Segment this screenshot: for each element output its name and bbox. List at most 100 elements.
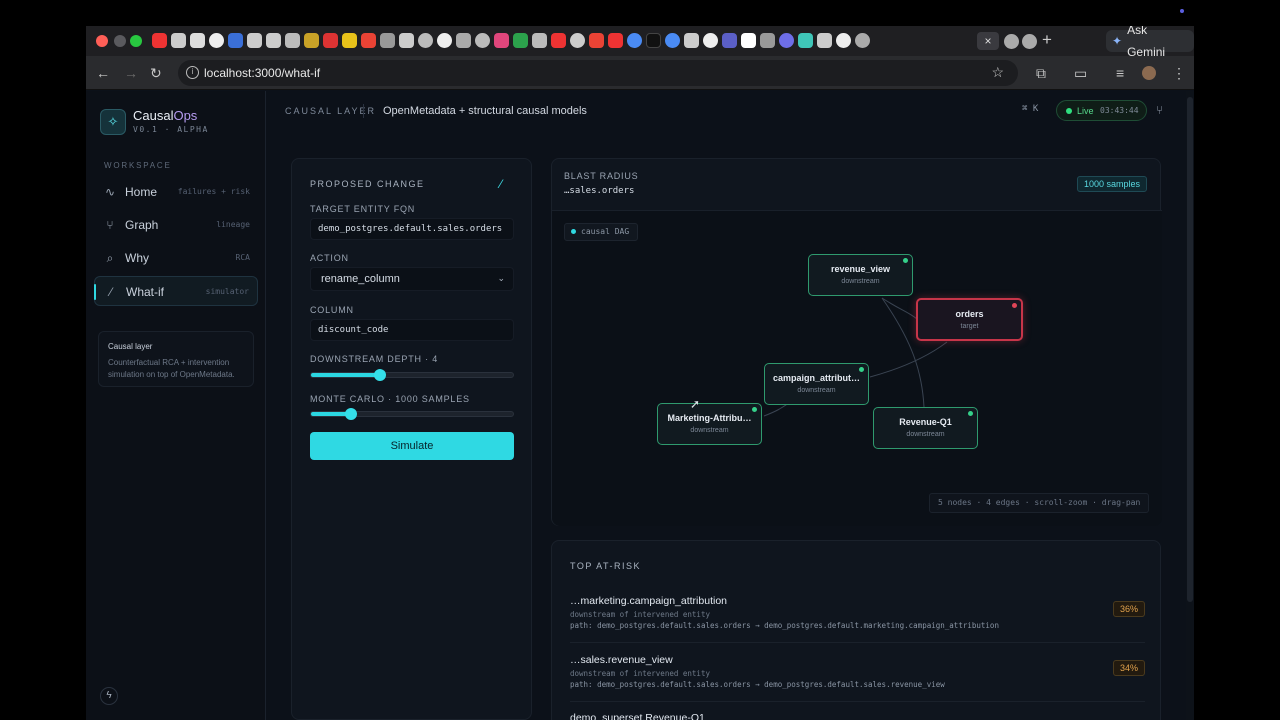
tab-favicon[interactable] xyxy=(190,33,205,48)
tab-favicon[interactable] xyxy=(760,33,775,48)
screen-cast-icon[interactable]: ▭ xyxy=(1074,65,1087,82)
sidebar-item-graph[interactable]: ⑂ Graph lineage xyxy=(94,210,258,240)
tab-favicon[interactable] xyxy=(323,33,338,48)
tab-close-icon[interactable]: × xyxy=(977,32,999,50)
reload-icon[interactable]: ↻ xyxy=(150,65,162,82)
tab-favicon[interactable] xyxy=(798,33,813,48)
tab-favicon[interactable] xyxy=(741,33,756,48)
tab-favicon[interactable] xyxy=(437,33,452,48)
tab-favicon[interactable] xyxy=(342,33,357,48)
command-palette-shortcut[interactable]: ⌘ K xyxy=(1022,104,1038,114)
tab-favicon[interactable] xyxy=(817,33,832,48)
tab-favicon[interactable] xyxy=(855,33,870,48)
tab-favicon[interactable] xyxy=(627,33,642,48)
fqn-input[interactable]: demo_postgres.default.sales.orders xyxy=(310,218,514,240)
dag-node-orders[interactable]: orders target xyxy=(916,298,1023,341)
profile-avatar[interactable] xyxy=(1142,66,1156,80)
column-input[interactable]: discount_code xyxy=(310,319,514,341)
monte-carlo-slider-handle[interactable] xyxy=(345,408,358,420)
tab-favicon[interactable] xyxy=(532,33,547,48)
tab-favicon[interactable] xyxy=(266,33,281,48)
risk-item[interactable]: …sales.revenue_view downstream of interv… xyxy=(570,654,1145,689)
depth-slider-fill xyxy=(311,373,380,377)
tab-favicon[interactable] xyxy=(665,33,680,48)
tab-favicon[interactable] xyxy=(589,33,604,48)
chevron-down-icon: ⌄ xyxy=(497,273,505,283)
depth-slider[interactable] xyxy=(310,369,514,381)
risk-item-sub: downstream of intervened entity xyxy=(570,669,710,678)
github-icon[interactable]: ⑂ xyxy=(1156,103,1163,117)
tab-favicon[interactable] xyxy=(456,33,471,48)
back-icon[interactable]: ← xyxy=(96,65,110,81)
sidebar-item-label: Home xyxy=(125,185,158,199)
dag-node-kind: downstream xyxy=(690,427,729,434)
wand-icon: ⁄ xyxy=(500,177,503,191)
monte-carlo-slider[interactable] xyxy=(310,408,514,420)
bookmark-star-icon[interactable]: ☆ xyxy=(991,64,1004,81)
page-scrollbar-thumb[interactable] xyxy=(1187,97,1193,602)
browser-menu-icon[interactable]: ⋮ xyxy=(1172,65,1186,82)
site-info-icon[interactable]: i xyxy=(186,66,199,79)
tab-favicon[interactable] xyxy=(228,33,243,48)
tab-favicon[interactable] xyxy=(380,33,395,48)
tab-favicon[interactable] xyxy=(171,33,186,48)
tab-favicon[interactable] xyxy=(513,33,528,48)
risk-item[interactable]: demo_superset.Revenue-Q1 xyxy=(570,712,1145,720)
search-icon: ⌕ xyxy=(106,251,114,265)
address-bar[interactable]: i localhost:3000/what-if ☆ xyxy=(178,60,1018,86)
tab-favicon[interactable] xyxy=(285,33,300,48)
minimize-window-button[interactable] xyxy=(114,35,126,47)
maximize-window-button[interactable] xyxy=(130,35,142,47)
extensions-icon[interactable]: ⧉ xyxy=(1036,65,1046,82)
sidebar-item-why[interactable]: ⌕ Why RCA xyxy=(94,243,258,273)
tab-favicon[interactable] xyxy=(475,33,490,48)
graph-icon: ⑂ xyxy=(106,218,114,232)
tab-favicon[interactable] xyxy=(209,33,224,48)
tab-favicon[interactable] xyxy=(494,33,509,48)
new-tab-button[interactable]: + xyxy=(1042,30,1052,50)
tab-favicon[interactable] xyxy=(304,33,319,48)
tab-favicon[interactable] xyxy=(1022,34,1037,49)
dag-node-revenue-q1[interactable]: Revenue-Q1 downstream xyxy=(873,407,978,449)
tab-favicon[interactable] xyxy=(608,33,623,48)
reading-list-icon[interactable]: ≡ xyxy=(1116,65,1124,81)
tab-favicon[interactable] xyxy=(418,33,433,48)
simulate-button[interactable]: Simulate xyxy=(310,432,514,460)
tab-favicon[interactable] xyxy=(399,33,414,48)
depth-slider-handle[interactable] xyxy=(373,369,386,381)
risk-item[interactable]: …marketing.campaign_attribution downstre… xyxy=(570,595,1145,630)
tab-favicon[interactable] xyxy=(646,33,661,48)
ask-gemini-button[interactable]: ✦ Ask Gemini xyxy=(1106,26,1194,59)
tab-favicon[interactable] xyxy=(779,33,794,48)
dag-stats: 5 nodes · 4 edges · scroll-zoom · drag-p… xyxy=(929,493,1150,513)
tab-favicon[interactable] xyxy=(836,33,851,48)
activity-icon: ∿ xyxy=(104,185,116,199)
dag-node-marketing-attribution[interactable]: Marketing-Attribu… downstream xyxy=(657,403,762,445)
sidebar-item-home[interactable]: ∿ Home failures + risk xyxy=(94,177,258,207)
tab-favicon[interactable] xyxy=(152,33,167,48)
app: ✧ CausalOps V0.1 · ALPHA WORKSPACE ∿ Hom… xyxy=(86,91,1194,720)
tab-favicon[interactable] xyxy=(684,33,699,48)
tab-favicon[interactable] xyxy=(1004,34,1019,49)
sidebar-item-what-if[interactable]: ⁄ What-if simulator xyxy=(94,276,258,306)
tab-favicon[interactable] xyxy=(247,33,262,48)
tab-favicon[interactable] xyxy=(703,33,718,48)
dag-node-campaign-attribution[interactable]: campaign_attribut… downstream xyxy=(764,363,869,405)
sidebar: ✧ CausalOps V0.1 · ALPHA WORKSPACE ∿ Hom… xyxy=(86,91,266,720)
url-text[interactable]: localhost:3000/what-if xyxy=(204,66,320,80)
header-divider xyxy=(363,104,364,118)
top-at-risk-title: TOP AT-RISK xyxy=(570,561,642,571)
causal-layer-card-title: Causal layer xyxy=(108,342,153,351)
tab-favicon[interactable] xyxy=(361,33,376,48)
forward-icon[interactable]: → xyxy=(124,65,138,81)
bolt-icon[interactable]: ϟ xyxy=(100,687,118,705)
brand-version: V0.1 · ALPHA xyxy=(133,125,209,134)
tab-favicon[interactable] xyxy=(722,33,737,48)
tab-favicon[interactable] xyxy=(570,33,585,48)
risk-item-name: …sales.revenue_view xyxy=(570,654,673,666)
dag-canvas[interactable]: causal DAG revenue_view downstream order… xyxy=(552,210,1162,526)
dag-node-revenue-view[interactable]: revenue_view downstream xyxy=(808,254,913,296)
tab-favicon[interactable] xyxy=(551,33,566,48)
action-select[interactable]: rename_column ⌄ xyxy=(310,267,514,291)
close-window-button[interactable] xyxy=(96,35,108,47)
